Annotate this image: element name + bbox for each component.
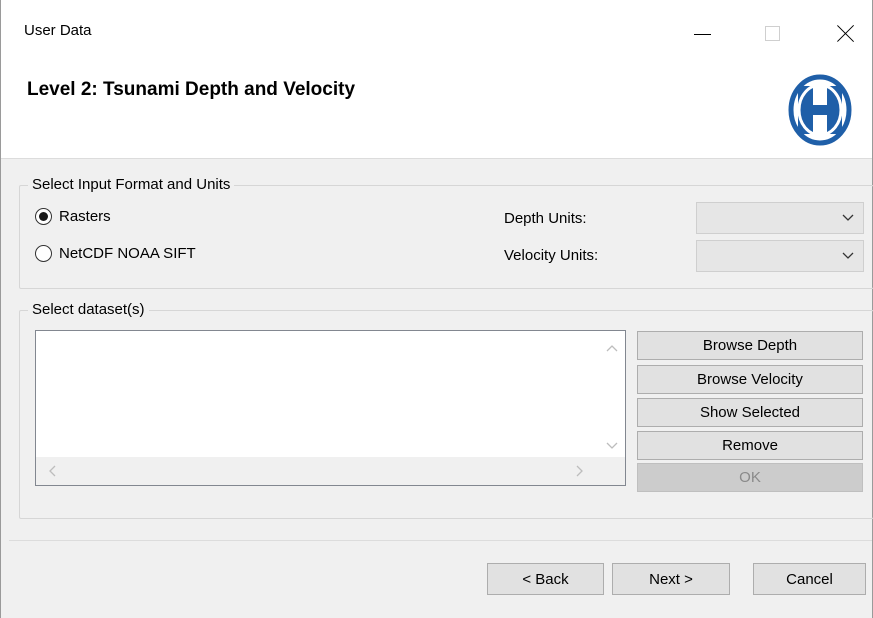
chevron-down-icon: [842, 248, 854, 264]
netcdf-radio[interactable]: NetCDF NOAA SIFT: [35, 245, 196, 262]
close-icon: [837, 24, 855, 42]
scroll-up-icon[interactable]: [606, 341, 618, 355]
next-button[interactable]: Next >: [612, 563, 730, 595]
user-data-window: User Data Level 2: Tsunami Depth and Vel…: [0, 0, 873, 618]
maximize-icon: [764, 25, 780, 41]
vertical-scrollbar[interactable]: [599, 331, 625, 458]
input-format-legend: Select Input Format and Units: [28, 176, 235, 193]
close-button[interactable]: [823, 13, 869, 53]
remove-button[interactable]: Remove: [637, 431, 863, 460]
radio-checked-icon: [35, 208, 52, 225]
minimize-button[interactable]: [679, 13, 725, 53]
dataset-list[interactable]: [35, 330, 626, 486]
back-button[interactable]: < Back: [487, 563, 604, 595]
scroll-left-icon[interactable]: [48, 465, 56, 480]
hazus-h-logo: [788, 74, 852, 146]
browse-depth-button[interactable]: Browse Depth: [637, 331, 863, 360]
rasters-radio[interactable]: Rasters: [35, 208, 111, 225]
scroll-right-icon[interactable]: [576, 465, 584, 480]
minimize-icon: [693, 33, 711, 35]
ok-button[interactable]: OK: [637, 463, 863, 492]
horizontal-scrollbar[interactable]: [36, 457, 625, 485]
window-title: User Data: [24, 22, 92, 39]
chevron-down-icon: [842, 210, 854, 226]
velocity-units-select[interactable]: [696, 240, 864, 272]
velocity-units-label: Velocity Units:: [504, 247, 599, 264]
depth-units-label: Depth Units:: [504, 210, 587, 227]
footer-divider: [9, 540, 872, 541]
page-title: Level 2: Tsunami Depth and Velocity: [27, 79, 356, 100]
radio-unchecked-icon: [35, 245, 52, 262]
title-bar: User Data: [1, 0, 872, 60]
browse-velocity-button[interactable]: Browse Velocity: [637, 365, 863, 394]
input-format-group: Select Input Format and Units: [19, 176, 873, 289]
maximize-button[interactable]: [749, 13, 795, 53]
scroll-down-icon[interactable]: [606, 439, 618, 453]
wizard-header: Level 2: Tsunami Depth and Velocity: [1, 60, 872, 159]
show-selected-button[interactable]: Show Selected: [637, 398, 863, 427]
datasets-legend: Select dataset(s): [28, 301, 149, 318]
rasters-label: Rasters: [59, 208, 111, 225]
netcdf-label: NetCDF NOAA SIFT: [59, 245, 196, 262]
cancel-button[interactable]: Cancel: [753, 563, 866, 595]
depth-units-select[interactable]: [696, 202, 864, 234]
